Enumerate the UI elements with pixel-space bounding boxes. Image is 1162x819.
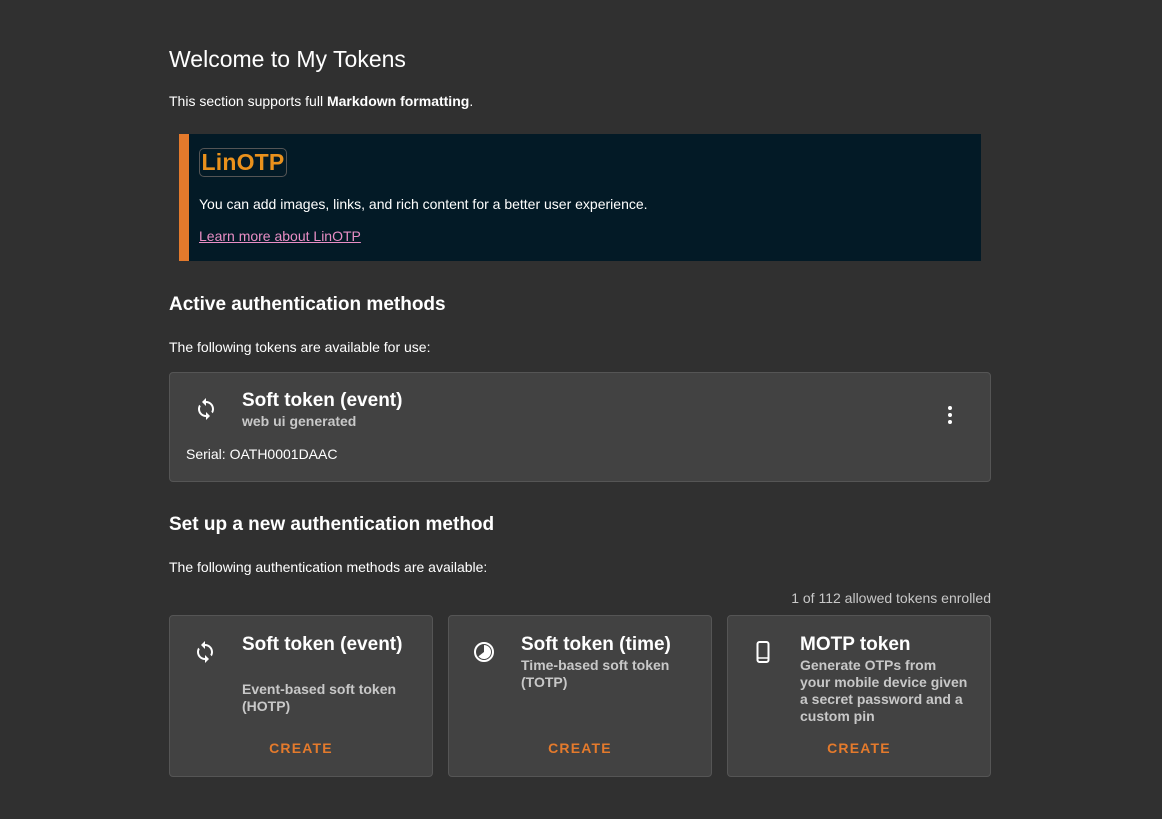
intro-text: This section supports full Markdown form… — [169, 93, 473, 109]
method-title: MOTP token — [800, 634, 911, 655]
token-description: web ui generated — [242, 413, 357, 429]
method-description: Event-based soft token (HOTP) — [242, 681, 397, 714]
method-title: Soft token (event) — [242, 634, 403, 655]
mobile-phone-icon — [756, 641, 770, 663]
method-title: Soft token (time) — [521, 634, 671, 655]
sync-icon — [197, 641, 213, 663]
setup-methods-title: Set up a new authentication method — [169, 514, 495, 535]
sync-icon — [198, 398, 214, 420]
create-hotp-button[interactable]: CREATE — [170, 740, 432, 756]
learn-more-link[interactable]: Learn more about LinOTP — [199, 228, 361, 244]
enrolled-count: 1 of 112 allowed tokens enrolled — [791, 590, 991, 606]
active-token-card: Soft token (event) web ui generated Seri… — [169, 372, 991, 482]
active-methods-title: Active authentication methods — [169, 294, 446, 315]
create-totp-button[interactable]: CREATE — [449, 740, 711, 756]
create-motp-button[interactable]: CREATE — [728, 740, 990, 756]
method-card-motp: MOTP token Generate OTPs from your mobil… — [727, 615, 991, 777]
page-title: Welcome to My Tokens — [169, 46, 406, 72]
token-serial: Serial: OATH0001DAAC — [186, 446, 338, 462]
info-banner: LinOTP You can add images, links, and ri… — [179, 134, 981, 261]
method-card-totp: Soft token (time) Time-based soft token … — [448, 615, 712, 777]
setup-methods-subtitle: The following authentication methods are… — [169, 559, 488, 575]
token-name: Soft token (event) — [242, 390, 403, 411]
intro-suffix: . — [469, 93, 474, 109]
method-description: Time-based soft token (TOTP) — [521, 657, 670, 690]
clock-icon — [474, 642, 494, 662]
banner-text: You can add images, links, and rich cont… — [199, 196, 648, 212]
intro-prefix: This section supports full — [169, 93, 327, 109]
method-description: Generate OTPs from your mobile device gi… — [800, 657, 968, 724]
more-options-icon[interactable] — [938, 403, 962, 427]
active-methods-subtitle: The following tokens are available for u… — [169, 339, 431, 355]
intro-bold: Markdown formatting — [326, 93, 470, 109]
linotp-logo: LinOTP — [199, 148, 287, 177]
method-card-hotp: Soft token (event) Event-based soft toke… — [169, 615, 433, 777]
